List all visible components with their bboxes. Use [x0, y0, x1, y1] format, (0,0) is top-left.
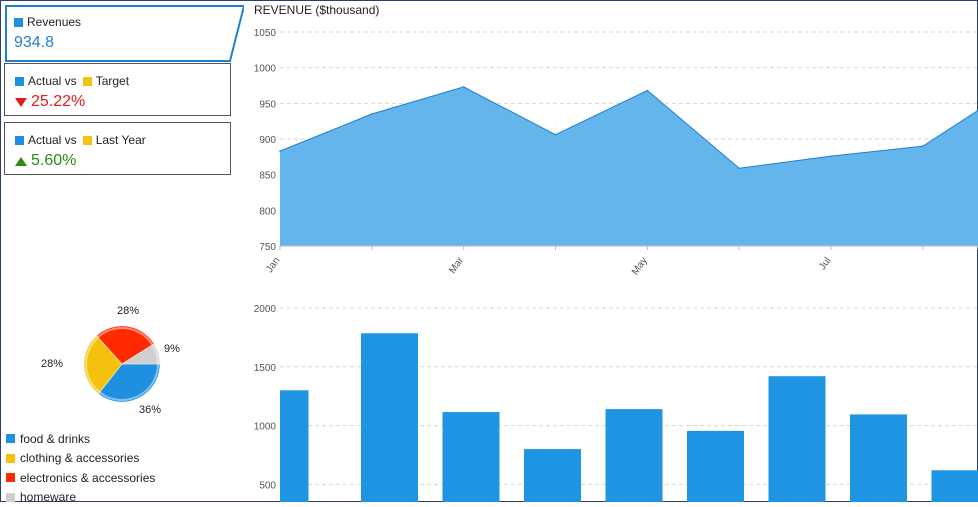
legend-label: electronics & accessories: [20, 471, 155, 485]
area-chart-title: REVENUE ($thousand): [254, 3, 379, 17]
y-tick-label: 1000: [254, 64, 277, 75]
y-tick-label: 500: [259, 480, 276, 491]
trend-down-icon: [15, 98, 27, 107]
legend-label: homeware: [20, 490, 76, 504]
kpi-lastyear-label-actual: Actual vs: [28, 133, 77, 147]
bar: [932, 470, 978, 502]
data-point: [279, 150, 281, 152]
data-point: [922, 145, 924, 147]
kpi-card-actual-vs-target[interactable]: Actual vs Target 25.22%: [4, 63, 231, 116]
bar: [687, 431, 744, 502]
pie-slice-label: 36%: [139, 404, 161, 416]
kpi-card-actual-vs-last-year[interactable]: Actual vs Last Year 5.60%: [4, 122, 231, 175]
revenue-bar-chart[interactable]: 500 1000 1500 2000: [240, 296, 978, 502]
actual-swatch-icon: [15, 136, 24, 145]
data-point: [371, 113, 373, 115]
revenues-swatch-icon: [14, 18, 23, 27]
bar: [606, 409, 663, 502]
legend-item-food-drinks[interactable]: food & drinks: [6, 429, 155, 449]
bar: [769, 376, 826, 502]
y-tick-label: 1000: [254, 422, 277, 433]
kpi-target-label-actual: Actual vs: [28, 74, 77, 88]
legend-swatch-icon: [6, 493, 15, 502]
y-tick-label: 850: [259, 171, 276, 182]
x-tick-label: Mar: [447, 255, 466, 276]
y-tick-label: 750: [259, 242, 276, 253]
legend-swatch-icon: [6, 454, 15, 463]
pie-slice-label: 9%: [164, 343, 180, 355]
pie-slice-label: 28%: [41, 358, 63, 370]
y-tick-label: 1500: [254, 363, 277, 374]
bar: [361, 333, 418, 502]
y-tick-label: 2000: [254, 304, 277, 315]
revenue-area-chart[interactable]: 750 800 850 900 950 1000 1050 Jan Mar May Jul: [240, 20, 978, 280]
category-pie-chart[interactable]: 36% 28% 28% 9%: [40, 296, 200, 426]
y-tick-label: 800: [259, 206, 276, 217]
data-point: [555, 134, 557, 136]
data-point: [647, 90, 649, 92]
kpi-target-value: 25.22%: [31, 93, 85, 111]
legend-item-electronics[interactable]: electronics & accessories: [6, 468, 155, 488]
y-tick-label: 900: [259, 135, 276, 146]
actual-swatch-icon: [15, 77, 24, 86]
bar: [850, 414, 907, 502]
kpi-lastyear-label-last-year: Last Year: [96, 133, 146, 147]
target-swatch-icon: [83, 77, 92, 86]
x-tick-label: Jul: [817, 255, 833, 272]
legend-label: clothing & accessories: [20, 451, 139, 465]
data-point: [830, 155, 832, 157]
bar: [280, 390, 309, 502]
kpi-lastyear-value: 5.60%: [31, 152, 76, 170]
pie-legend: food & drinks clothing & accessories ele…: [6, 429, 155, 507]
y-tick-label: 1050: [254, 28, 277, 39]
kpi-revenues-value: 934.8: [14, 34, 54, 52]
kpi-target-label-target: Target: [96, 74, 129, 88]
kpi-revenues-label: Revenues: [27, 15, 81, 29]
legend-item-clothing[interactable]: clothing & accessories: [6, 449, 155, 469]
data-point: [463, 86, 465, 88]
legend-label: food & drinks: [20, 432, 90, 446]
legend-swatch-icon: [6, 473, 15, 482]
legend-item-homeware[interactable]: homeware: [6, 488, 155, 507]
bar: [524, 449, 581, 502]
pie-slice-label: 28%: [117, 305, 139, 317]
bar: [443, 412, 500, 502]
x-tick-label: Jan: [264, 255, 282, 275]
data-point: [738, 167, 740, 169]
x-tick-label: May: [630, 255, 650, 277]
area-fill: [280, 87, 978, 246]
y-tick-label: 950: [259, 99, 276, 110]
legend-swatch-icon: [6, 434, 15, 443]
last-year-swatch-icon: [83, 136, 92, 145]
trend-up-icon: [15, 157, 27, 166]
kpi-card-revenues[interactable]: Revenues 934.8: [4, 4, 231, 57]
